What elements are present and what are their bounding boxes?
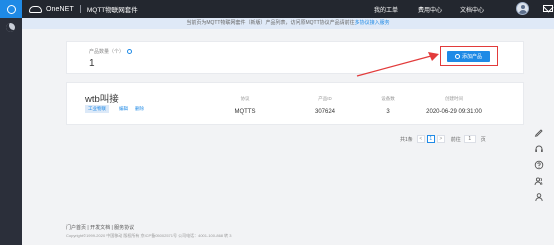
delete-link[interactable]: 删除: [135, 106, 144, 112]
mail-icon[interactable]: [543, 5, 553, 12]
product-category-badge: 工业物联: [85, 105, 109, 113]
user-icon[interactable]: [534, 192, 544, 202]
nav-docs-center[interactable]: 文档中心: [460, 5, 484, 14]
plus-circle-icon: [454, 54, 460, 59]
total-count: 共1条: [400, 136, 413, 143]
notice-banner: 当前页为MQTT物联网套件（新版）产品列表，访问原MQTT协议产品请前往多协议接…: [22, 18, 554, 29]
edit-link[interactable]: 编辑: [119, 106, 128, 112]
left-rail: [0, 0, 22, 245]
created-time-value: 2020-06-29 09:31:00: [426, 109, 482, 115]
notice-text: 当前页为MQTT物联网套件（新版）产品列表，访问原MQTT协议产品请前往: [186, 20, 355, 26]
users-icon[interactable]: [534, 176, 544, 186]
footer-links[interactable]: 门户首页 | 开发文档 | 服务协议: [66, 224, 134, 231]
nav-my-tickets[interactable]: 我的工单: [374, 5, 398, 14]
product-card[interactable]: wtb叫接 工业物联 编辑 删除 协议 MQTTS 产品ID 307624 设备…: [66, 82, 524, 125]
protocol-value: MQTTS: [234, 109, 256, 115]
home-button[interactable]: [0, 0, 22, 18]
top-bar: OneNET MQTT物联网套件 我的工单 费用中心 文档中心: [22, 0, 554, 18]
page-unit-label: 页: [480, 136, 486, 143]
prev-page-button[interactable]: <: [416, 135, 425, 143]
footer-copyright: Copyright©1999-2020 中国移动 版权所有 京ICP备05002…: [66, 233, 232, 238]
page-jump-input[interactable]: 1: [463, 135, 476, 143]
product-count-label-row: 产品数量（个）: [89, 48, 133, 55]
product-count-label: 产品数量（个）: [89, 49, 125, 55]
avatar[interactable]: [516, 2, 529, 15]
product-suite-title: MQTT物联网套件: [86, 7, 138, 14]
notice-link[interactable]: 多协议接入服务: [355, 20, 390, 26]
product-id-value: 307624: [314, 109, 336, 115]
add-product-label: 添加产品: [461, 54, 482, 60]
product-name[interactable]: wtb叫接: [85, 91, 119, 105]
theme-toggle-icon[interactable]: [6, 23, 15, 32]
created-time-header: 创建时间: [445, 96, 463, 101]
protocol-header: 协议: [240, 96, 250, 101]
edit-pen-icon[interactable]: [534, 127, 544, 137]
brand-divider: [79, 5, 81, 13]
headset-icon[interactable]: [534, 144, 544, 154]
annotation-arrow: [356, 52, 439, 77]
page-1-button[interactable]: 1: [426, 135, 435, 143]
info-icon[interactable]: [127, 49, 133, 54]
add-product-button[interactable]: 添加产品: [447, 51, 490, 62]
help-icon[interactable]: [534, 160, 544, 170]
device-count-header: 设备数: [381, 96, 395, 101]
nav-billing-center[interactable]: 费用中心: [418, 5, 442, 14]
home-icon: [6, 4, 16, 14]
brand-name: OneNET: [46, 5, 74, 13]
product-count-value: 1: [89, 58, 95, 69]
product-id-header: 产品ID: [318, 96, 332, 101]
device-count-value: 3: [386, 109, 390, 115]
pagination: 共1条 < 1 > 前往 1 页: [400, 134, 486, 144]
cloud-logo-icon: [29, 5, 42, 13]
goto-label: 前往: [450, 136, 461, 143]
next-page-button[interactable]: >: [436, 135, 445, 143]
brand[interactable]: OneNET MQTT物联网套件: [29, 4, 138, 14]
